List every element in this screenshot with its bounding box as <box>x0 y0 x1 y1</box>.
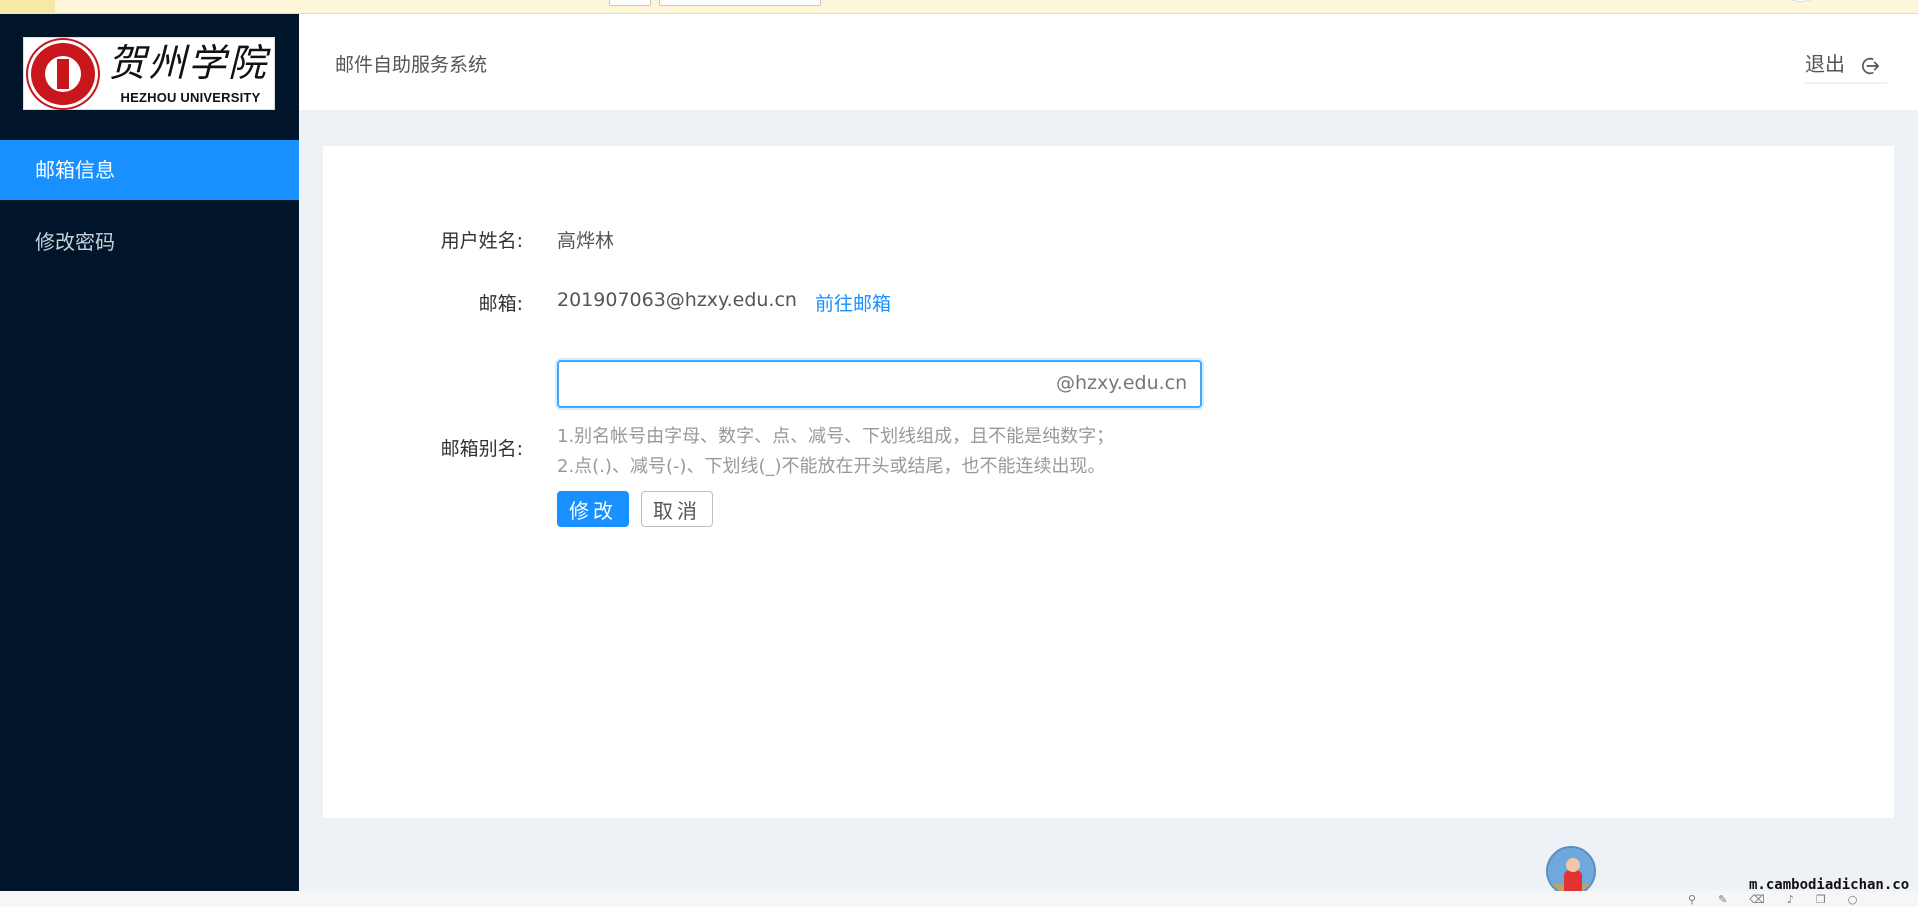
alias-hint-line-2: 2.点(.)、减号(-)、下划线(_)不能放在开头或结尾，也不能连续出现。 <box>557 456 1106 477</box>
sidebar-item-mailbox-info[interactable]: 邮箱信息 <box>0 140 299 200</box>
university-seal-icon <box>28 40 98 108</box>
logo-chinese-text: 贺州学院 <box>108 41 269 85</box>
logout-icon <box>1862 57 1880 74</box>
system-title: 邮件自助服务系统 <box>335 54 488 76</box>
bottom-status-strip <box>0 891 1918 905</box>
alias-hint-line-1: 1.别名帐号由字母、数字、点、减号、下划线组成，且不能是纯数字； <box>557 426 1115 447</box>
cancel-button[interactable]: 取消 <box>641 491 713 527</box>
tray-icons: ⚲✎⌫♪❐○ <box>1688 893 1879 906</box>
email-label: 邮箱: <box>478 293 523 315</box>
email-value: 201907063@hzxy.edu.cn <box>557 289 797 311</box>
edit-icon[interactable]: ✎ <box>1718 893 1749 906</box>
logo-english-text: HEZHOU UNIVERSITY <box>120 90 261 105</box>
alias-domain-suffix: @hzxy.edu.cn <box>1056 372 1188 394</box>
info-icon[interactable]: ○ <box>1848 893 1880 906</box>
browser-notification-bar <box>0 0 1918 14</box>
delete-icon[interactable]: ⌫ <box>1749 893 1787 906</box>
logout-button[interactable]: 退出 <box>1805 48 1888 84</box>
sidebar-item-change-password[interactable]: 修改密码 <box>0 212 299 272</box>
mailbox-info-card: 用户姓名: 高烨林 邮箱: 201907063@hzxy.edu.cn 前往邮箱… <box>323 146 1894 818</box>
notification-action-button[interactable] <box>659 0 821 6</box>
page-header: 邮件自助服务系统 退出 <box>299 14 1918 110</box>
site-watermark: m.cambodiadichan.co <box>1749 877 1910 893</box>
volume-icon[interactable]: ♪ <box>1787 893 1816 906</box>
notification-circle-button[interactable] <box>1778 0 1824 2</box>
sidebar: 贺州学院 HEZHOU UNIVERSITY 邮箱信息 修改密码 <box>0 14 299 891</box>
logout-label: 退出 <box>1805 52 1845 76</box>
username-value: 高烨林 <box>557 230 615 252</box>
floating-avatar[interactable] <box>1546 846 1596 896</box>
modify-button[interactable]: 修改 <box>557 491 629 527</box>
university-logo: 贺州学院 HEZHOU UNIVERSITY <box>23 37 275 110</box>
notification-arrow-icon[interactable] <box>0 0 55 14</box>
goto-mailbox-link[interactable]: 前往邮箱 <box>815 289 891 316</box>
share-icon[interactable]: ⚲ <box>1688 893 1718 906</box>
username-label: 用户姓名: <box>440 230 523 252</box>
copy-icon[interactable]: ❐ <box>1816 893 1848 906</box>
alias-label: 邮箱别名: <box>440 438 523 460</box>
notification-small-button[interactable] <box>609 0 651 6</box>
